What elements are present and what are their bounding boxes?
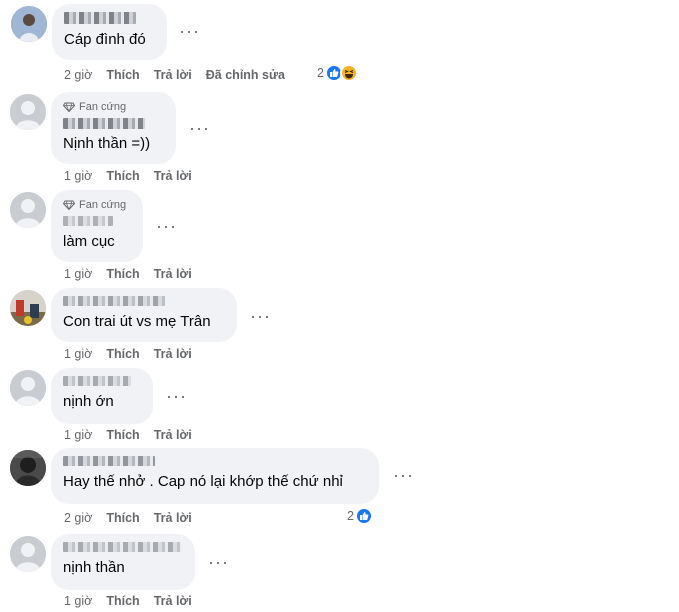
timestamp[interactable]: 1 giờ — [64, 168, 92, 184]
edited-label[interactable]: Đã chỉnh sửa — [206, 67, 285, 83]
timestamp[interactable]: 1 giờ — [64, 427, 92, 443]
reply-button[interactable]: Trả lời — [154, 67, 192, 83]
comment-bubble: Fan cứng Nịnh thần =)) — [51, 92, 176, 164]
comment-text: làm cục — [63, 233, 115, 250]
reaction-count: 2 — [317, 66, 324, 80]
comment-bubble: Con trai út vs mẹ Trân — [51, 288, 237, 342]
fan-badge: Fan cứng — [63, 100, 164, 114]
like-button[interactable]: Thích — [106, 266, 139, 282]
haha-icon — [339, 64, 358, 82]
author-name-redacted[interactable] — [64, 12, 136, 24]
fan-label: Fan cứng — [79, 101, 127, 113]
comment-actions: 1 giờ Thích Trả lời — [64, 593, 192, 609]
reply-button[interactable]: Trả lời — [154, 266, 192, 282]
comment-bubble: nịnh ớn — [51, 368, 153, 424]
author-name-redacted[interactable] — [63, 542, 181, 552]
avatar[interactable] — [10, 370, 46, 406]
comment-text: Nịnh thần =)) — [63, 135, 151, 152]
reaction-summary[interactable]: 2 — [347, 507, 373, 525]
more-options-icon[interactable]: ··· — [208, 553, 229, 571]
avatar[interactable] — [10, 94, 46, 130]
more-options-icon[interactable]: ··· — [179, 22, 200, 40]
reply-button[interactable]: Trả lời — [154, 427, 192, 443]
more-options-icon[interactable]: ··· — [250, 307, 271, 325]
timestamp[interactable]: 2 giờ — [64, 510, 92, 526]
fan-label: Fan cứng — [79, 199, 127, 211]
timestamp[interactable]: 2 giờ — [64, 67, 92, 83]
avatar[interactable] — [10, 192, 46, 228]
comment-actions: 1 giờ Thích Trả lời — [64, 427, 192, 443]
author-name-redacted[interactable] — [63, 118, 145, 129]
avatar[interactable] — [11, 6, 47, 42]
more-options-icon[interactable]: ··· — [189, 119, 210, 137]
more-options-icon[interactable]: ··· — [156, 217, 177, 235]
more-options-icon[interactable]: ··· — [166, 387, 187, 405]
comment: Fan cứng Nịnh thần =)) ··· 1 giờ Thích T… — [0, 90, 679, 190]
like-button[interactable]: Thích — [106, 510, 139, 526]
comment: nịnh ớn ··· 1 giờ Thích Trả lời — [0, 364, 679, 446]
comment: Hay thế nhở . Cap nó lại khớp thế chứ nh… — [0, 446, 679, 532]
like-icon — [354, 507, 373, 525]
comment-text: Cáp đình đó — [64, 31, 146, 48]
author-name-redacted[interactable] — [63, 216, 113, 226]
more-options-icon[interactable]: ··· — [393, 466, 414, 484]
comment: Fan cứng làm cục ··· 1 giờ Thích Trả lời — [0, 190, 679, 286]
diamond-icon — [63, 102, 75, 112]
comment-actions: 1 giờ Thích Trả lời — [64, 266, 192, 282]
author-name-redacted[interactable] — [63, 456, 155, 466]
avatar[interactable] — [10, 450, 46, 486]
comment-bubble: Cáp đình đó — [52, 4, 167, 60]
avatar[interactable] — [10, 536, 46, 572]
like-button[interactable]: Thích — [106, 67, 139, 83]
reply-button[interactable]: Trả lời — [154, 593, 192, 609]
comment-actions: 1 giờ Thích Trả lời — [64, 346, 192, 362]
reply-button[interactable]: Trả lời — [154, 346, 192, 362]
fan-badge: Fan cứng — [63, 198, 131, 212]
like-button[interactable]: Thích — [106, 593, 139, 609]
like-button[interactable]: Thích — [106, 346, 139, 362]
comment-text: nịnh ớn — [63, 393, 114, 410]
comment: Cáp đình đó ··· 2 giờ Thích Trả lời Đã c… — [0, 0, 679, 90]
timestamp[interactable]: 1 giờ — [64, 266, 92, 282]
comment-actions: 2 giờ Thích Trả lời Đã chỉnh sửa — [64, 67, 285, 83]
like-button[interactable]: Thích — [106, 168, 139, 184]
like-button[interactable]: Thích — [106, 427, 139, 443]
author-name-redacted[interactable] — [63, 376, 131, 386]
comment-actions: 2 giờ Thích Trả lời — [64, 510, 192, 526]
timestamp[interactable]: 1 giờ — [64, 346, 92, 362]
diamond-icon — [63, 200, 75, 210]
comment-text: Con trai út vs mẹ Trân — [63, 313, 211, 330]
reaction-count: 2 — [347, 509, 354, 523]
comment: nịnh thần ··· 1 giờ Thích Trả lời — [0, 532, 679, 612]
comment-text: Hay thế nhở . Cap nó lại khớp thế chứ nh… — [63, 473, 343, 490]
timestamp[interactable]: 1 giờ — [64, 593, 92, 609]
reply-button[interactable]: Trả lời — [154, 168, 192, 184]
comment: Con trai út vs mẹ Trân ··· 1 giờ Thích T… — [0, 286, 679, 364]
author-name-redacted[interactable] — [63, 296, 165, 306]
comment-actions: 1 giờ Thích Trả lời — [64, 168, 192, 184]
avatar[interactable] — [10, 290, 46, 326]
comment-bubble: nịnh thần — [51, 534, 195, 590]
comment-bubble: Hay thế nhở . Cap nó lại khớp thế chứ nh… — [51, 448, 379, 504]
comment-bubble: Fan cứng làm cục — [51, 190, 143, 262]
reply-button[interactable]: Trả lời — [154, 510, 192, 526]
reaction-summary[interactable]: 2 — [317, 64, 358, 82]
comment-text: nịnh thần — [63, 559, 125, 576]
